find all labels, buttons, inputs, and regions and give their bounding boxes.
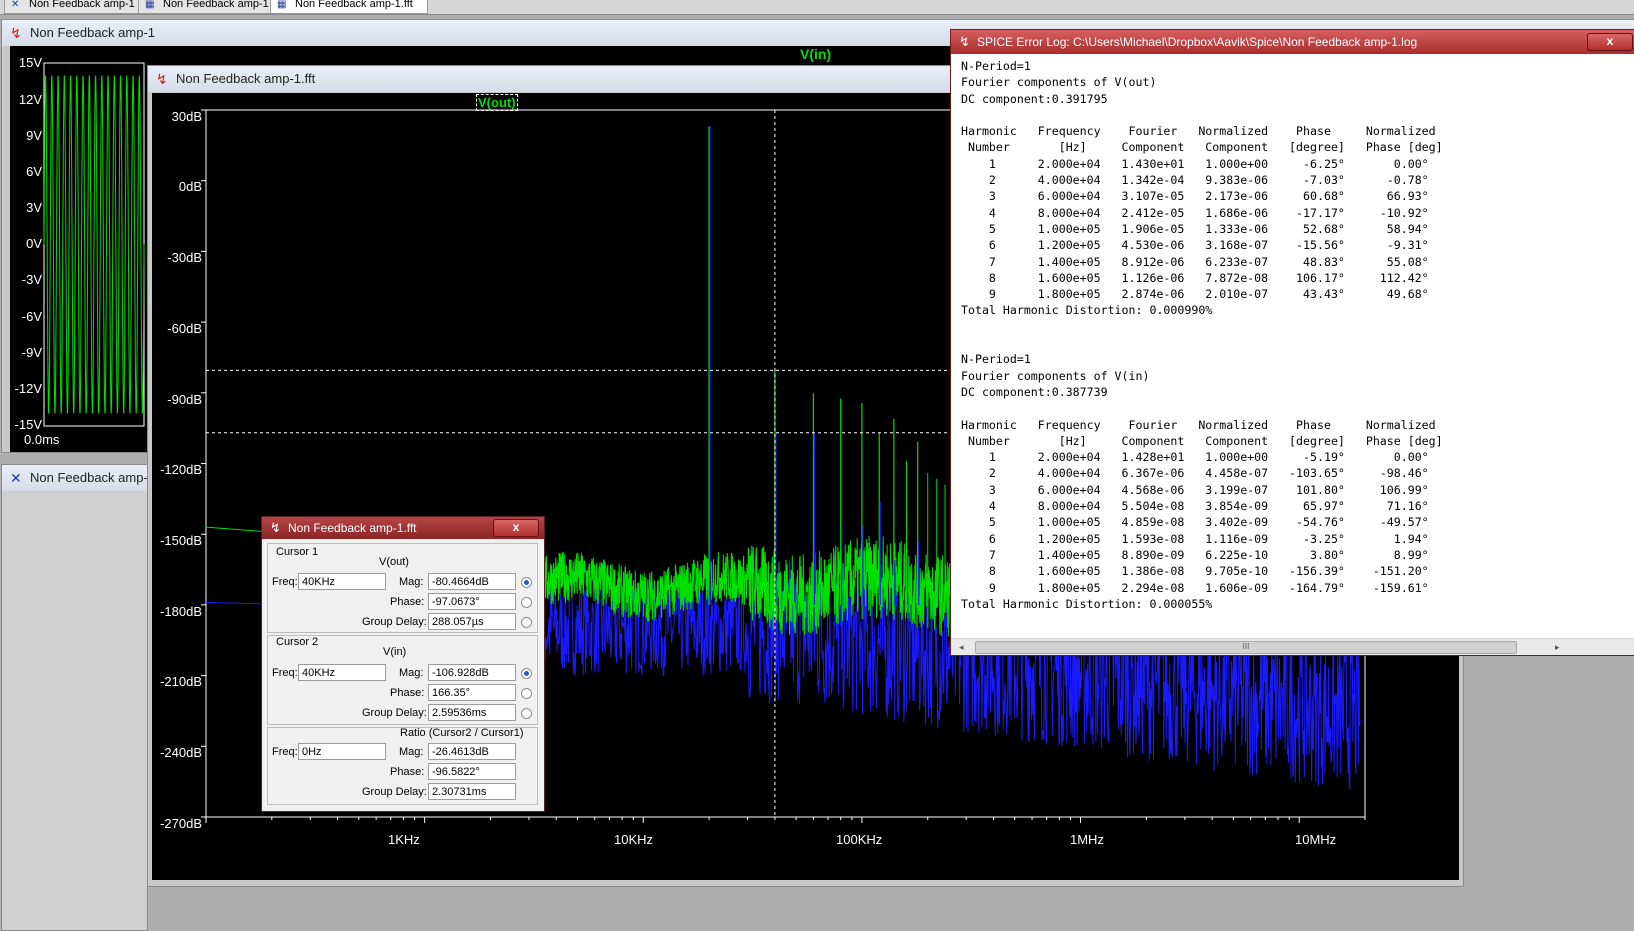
error-log-title: SPICE Error Log: C:\Users\Michael\Dropbo… xyxy=(977,35,1418,49)
cursor1-phase-field[interactable]: -97.0673° xyxy=(428,593,516,610)
scroll-right-arrow-icon[interactable]: ▸ xyxy=(1555,642,1560,653)
cursor-dialog[interactable]: ↯ Non Feedback amp-1.fft x Cursor 1 V(out… xyxy=(261,516,545,812)
cursor2-gd-radio[interactable] xyxy=(521,708,532,719)
dialog-title: Non Feedback amp-1.fft xyxy=(288,521,417,535)
ratio-heading: Ratio (Cursor2 / Cursor1) xyxy=(400,727,524,739)
cursor2-freq-field[interactable]: 40KHz xyxy=(298,664,386,681)
error-log-titlebar[interactable]: ↯ SPICE Error Log: C:\Users\Michael\Dropb… xyxy=(951,30,1634,54)
second-window[interactable]: ✕ Non Feedback amp-1 xyxy=(1,464,148,931)
vin-transient-trace xyxy=(43,75,145,414)
cursor2-mag-field[interactable]: -106.928dB xyxy=(428,664,516,681)
cursor1-phase-label: Phase: xyxy=(390,596,425,608)
cursor2-phase-label: Phase: xyxy=(390,687,425,699)
waveform-icon: ▦ xyxy=(277,0,287,10)
ltspice-icon: ↯ xyxy=(270,520,281,535)
spice-error-log-window[interactable]: ↯ SPICE Error Log: C:\Users\Michael\Dropb… xyxy=(950,29,1634,656)
window-title: Non Feedback amp-1 xyxy=(30,470,147,485)
cursor2-heading: Cursor 2 xyxy=(276,636,319,648)
horizontal-scrollbar[interactable]: ◂ III ▸ xyxy=(951,638,1634,655)
cursor2-gd-field[interactable]: 2.59536ms xyxy=(428,704,516,721)
cursor2-trace: V(in) xyxy=(383,646,407,658)
cursor2-mag-label: Mag: xyxy=(399,667,424,679)
cursor1-gd-label: Group Delay: xyxy=(362,616,427,628)
schematic-icon: ✕ xyxy=(10,470,22,486)
cursor1-phase-radio[interactable] xyxy=(521,597,532,608)
cursor2-gd-label: Group Delay: xyxy=(362,707,427,719)
cursor1-mag-label: Mag: xyxy=(399,576,424,588)
cursor1-gd-radio[interactable] xyxy=(521,617,532,628)
ratio-phase-field[interactable]: -96.5822° xyxy=(428,763,516,780)
window-title: Non Feedback amp-1 xyxy=(30,25,156,40)
cursor2-phase-field[interactable]: 166.35° xyxy=(428,684,516,701)
second-window-titlebar[interactable]: ✕ Non Feedback amp-1 xyxy=(2,465,147,491)
ratio-mag-field[interactable]: -26.4613dB xyxy=(428,743,516,760)
error-log-text: N-Period=1 Fourier components of V(out) … xyxy=(961,59,1443,611)
cursor2-mag-radio[interactable] xyxy=(521,668,532,679)
ratio-gd-field[interactable]: 2.30731ms xyxy=(428,783,516,800)
scroll-thumb[interactable]: III xyxy=(975,641,1517,654)
cursor1-trace: V(out) xyxy=(379,556,409,568)
tab-label: Non Feedback amp-1.fft xyxy=(295,0,413,10)
close-button[interactable]: x xyxy=(493,519,539,537)
tab-label: Non Feedback amp-1 xyxy=(29,0,135,10)
schematic-icon: ✕ xyxy=(11,0,20,10)
ltspice-icon: ↯ xyxy=(959,34,970,49)
tab-fft[interactable]: ▦ Non Feedback amp-1.fft xyxy=(270,0,428,14)
tab-label: Non Feedback amp-1 xyxy=(163,0,269,10)
ratio-mag-label: Mag: xyxy=(399,746,424,758)
ratio-freq-label: Freq: xyxy=(272,746,298,758)
tab-transient-2[interactable]: ▦ Non Feedback amp-1 xyxy=(138,0,276,14)
cursor1-freq-field[interactable]: 40KHz xyxy=(298,573,386,590)
cursor1-gd-field[interactable]: 288.057µs xyxy=(428,613,516,630)
cursor1-freq-label: Freq: xyxy=(272,576,298,588)
cursor1-heading: Cursor 1 xyxy=(276,546,319,558)
ratio-gd-label: Group Delay: xyxy=(362,786,427,798)
waveform-icon: ▦ xyxy=(145,0,155,10)
window-title: Non Feedback amp-1.fft xyxy=(176,71,316,86)
cursor1-mag-radio[interactable] xyxy=(521,577,532,588)
waveform-icon: ↯ xyxy=(10,25,22,41)
scroll-left-arrow-icon[interactable]: ◂ xyxy=(959,642,964,653)
cursor1-mag-field[interactable]: -80.4664dB xyxy=(428,573,516,590)
cursor2-phase-radio[interactable] xyxy=(521,688,532,699)
tab-transient-1[interactable]: ✕ Non Feedback amp-1 xyxy=(4,0,142,14)
close-button[interactable]: x xyxy=(1587,33,1633,51)
ratio-phase-label: Phase: xyxy=(390,766,425,778)
waveform-icon: ↯ xyxy=(156,71,168,87)
cursor2-freq-label: Freq: xyxy=(272,667,298,679)
ratio-freq-field[interactable]: 0Hz xyxy=(298,743,386,760)
document-tab-strip: ✕ Non Feedback amp-1 ▦ Non Feedback amp-1 … xyxy=(0,0,1634,15)
